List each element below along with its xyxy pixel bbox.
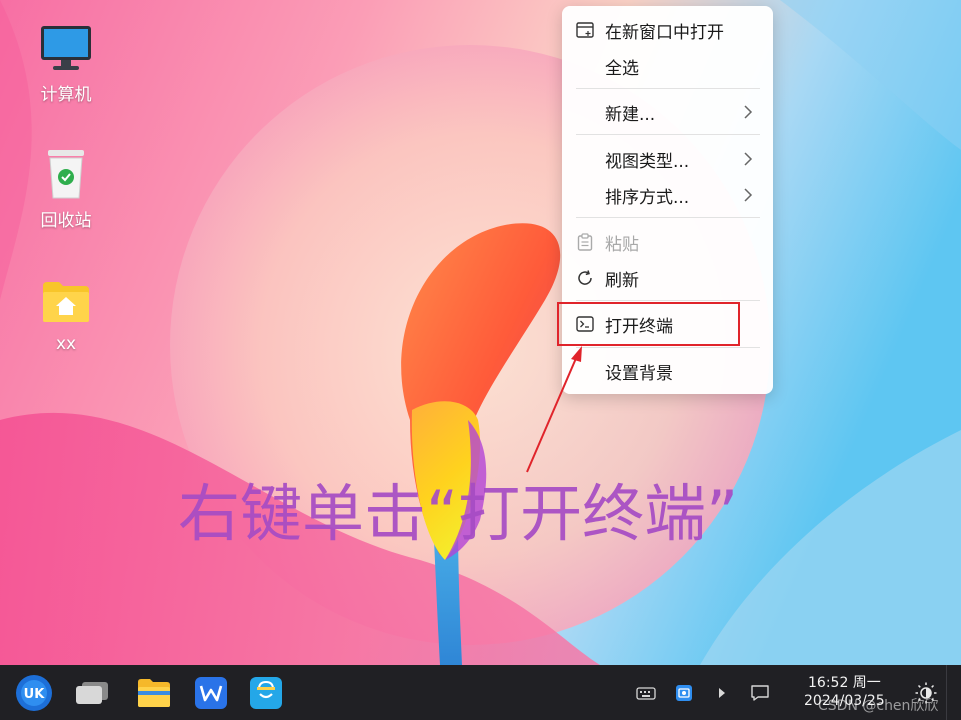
tray-expand-button[interactable]	[712, 681, 732, 705]
menu-divider	[576, 300, 760, 301]
annotation-highlight-box	[557, 302, 740, 346]
menu-item-label: 视图类型...	[605, 151, 690, 172]
keyboard-icon	[636, 687, 656, 700]
chevron-right-icon	[744, 105, 753, 119]
software-store-button[interactable]	[246, 673, 286, 713]
desktop-icon-label: xx	[55, 334, 77, 354]
menu-item-view-type[interactable]: 视图类型...	[562, 141, 773, 177]
menu-item-label: 在新窗口中打开	[605, 22, 724, 43]
refresh-icon	[575, 268, 595, 288]
menu-item-paste: 粘贴	[562, 224, 773, 260]
uk-start-icon: UK	[16, 675, 52, 711]
menu-item-set-background[interactable]: 设置背景	[562, 353, 773, 389]
desktop-icon-label: 计算机	[40, 85, 92, 105]
menu-item-label: 刷新	[605, 270, 639, 291]
notifications-tray-button[interactable]	[748, 681, 772, 705]
wps-icon	[195, 677, 227, 709]
shopping-bag-icon	[250, 677, 282, 709]
home-folder-icon	[38, 274, 94, 330]
menu-item-select-all[interactable]: 全选	[562, 48, 773, 84]
menu-item-sort-by[interactable]: 排序方式...	[562, 177, 773, 213]
desktop-icon-computer[interactable]: 计算机	[26, 20, 106, 105]
chevron-right-icon	[719, 688, 725, 698]
menu-divider	[576, 134, 760, 135]
show-desktop-button[interactable]	[946, 665, 961, 720]
screenshot-icon	[676, 685, 692, 701]
chevron-right-icon	[744, 152, 753, 166]
message-icon	[751, 685, 769, 701]
menu-item-label: 新建...	[605, 104, 656, 125]
svg-text:UK: UK	[24, 687, 46, 702]
multitask-icon	[76, 682, 108, 704]
keyboard-tray-button[interactable]	[634, 681, 658, 705]
desktop-icon-home-folder[interactable]: xx	[26, 274, 106, 354]
desktop-icon-recycle-bin[interactable]: 回收站	[26, 146, 106, 231]
file-manager-button[interactable]	[134, 673, 174, 713]
night-mode-tray-button[interactable]	[912, 679, 940, 707]
start-menu-button[interactable]: UK	[14, 673, 54, 713]
menu-item-label: 设置背景	[605, 363, 673, 384]
clipboard-icon	[575, 232, 595, 252]
annotation-caption: 右键单击“打开终端”	[178, 477, 739, 550]
brightness-icon	[915, 682, 937, 704]
menu-item-label: 全选	[605, 58, 639, 79]
taskbar: UK 16:52 周一 2024/03/25 CSDN @chen欣欣	[0, 665, 961, 720]
menu-item-label: 排序方式...	[605, 187, 690, 208]
menu-item-refresh[interactable]: 刷新	[562, 260, 773, 296]
desktop-wallpaper[interactable]	[0, 0, 961, 665]
wps-office-button[interactable]	[191, 673, 231, 713]
menu-divider	[576, 217, 760, 218]
multitask-view-button[interactable]	[72, 675, 112, 711]
folder-icon	[138, 679, 170, 707]
desktop-icon-label: 回收站	[40, 211, 92, 231]
menu-item-new[interactable]: 新建...	[562, 94, 773, 130]
screenshot-tray-button[interactable]	[672, 681, 696, 705]
computer-icon	[38, 20, 94, 76]
new-window-icon	[575, 20, 595, 40]
menu-item-open-in-new-window[interactable]: 在新窗口中打开	[562, 12, 773, 48]
recycle-bin-icon	[38, 146, 94, 202]
desktop-screen: 计算机 回收站 xx 在新窗口中打开 全选 新建... 视图类型... 排序方式…	[0, 0, 961, 720]
menu-divider	[576, 347, 760, 348]
chevron-right-icon	[744, 188, 753, 202]
menu-item-label: 粘贴	[605, 234, 639, 255]
clock-time[interactable]: 16:52 周一	[808, 672, 881, 692]
menu-divider	[576, 88, 760, 89]
